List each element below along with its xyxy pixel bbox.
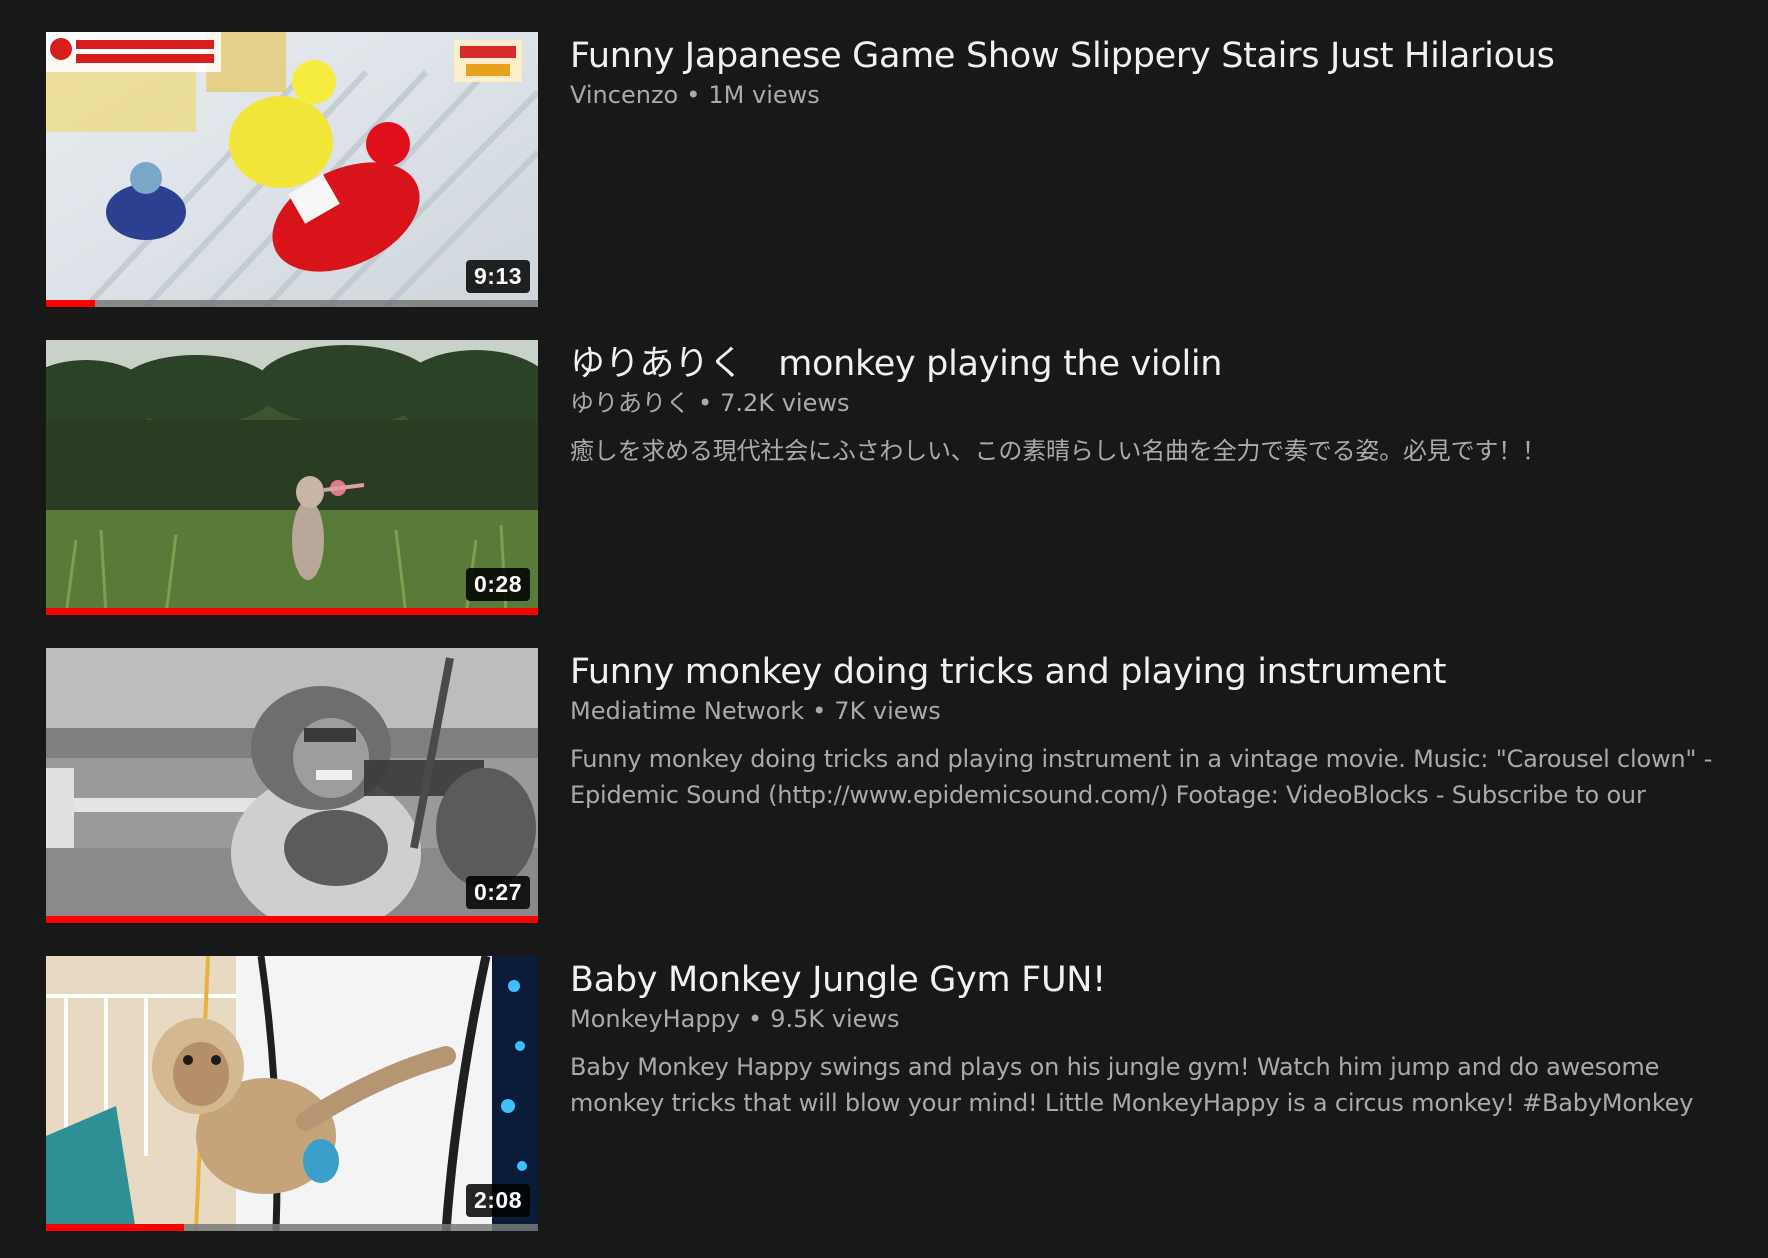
view-count: 9.5K views <box>770 1005 900 1033</box>
watch-progress-fill <box>46 1224 184 1231</box>
video-byline: MonkeyHappy • 9.5K views <box>570 1003 1736 1035</box>
video-byline: Mediatime Network • 7K views <box>570 695 1736 727</box>
video-title[interactable]: Funny Japanese Game Show Slippery Stairs… <box>570 34 1736 78</box>
video-result-row: 2:08 Baby Monkey Jungle Gym FUN! MonkeyH… <box>46 956 1736 1231</box>
video-title[interactable]: Funny monkey doing tricks and playing in… <box>570 650 1736 694</box>
watch-progress-fill <box>46 916 538 923</box>
thumbnail-image <box>46 956 538 1231</box>
watch-progress-bar <box>46 1224 538 1231</box>
video-description: Funny monkey doing tricks and playing in… <box>570 745 1713 809</box>
video-title[interactable]: Baby Monkey Jungle Gym FUN! <box>570 958 1736 1002</box>
video-meta: Funny monkey doing tricks and playing in… <box>570 648 1736 923</box>
watch-progress-bar <box>46 916 538 923</box>
separator-dot: • <box>748 1005 763 1033</box>
channel-name[interactable]: ゆりありく <box>570 389 690 417</box>
video-thumbnail[interactable]: 0:27 <box>46 648 538 923</box>
channel-name[interactable]: Mediatime Network <box>570 697 804 725</box>
channel-name[interactable]: MonkeyHappy <box>570 1005 740 1033</box>
separator-dot: • <box>698 389 713 417</box>
channel-name[interactable]: Vincenzo <box>570 81 678 109</box>
duration-badge: 9:13 <box>465 260 530 293</box>
view-count: 7.2K views <box>720 389 850 417</box>
video-byline: Vincenzo • 1M views <box>570 79 1736 111</box>
search-results-list: 9:13 Funny Japanese Game Show Slippery S… <box>46 32 1736 1231</box>
video-result-row: 0:28 ゆりありく monkey playing the violin ゆりあ… <box>46 340 1736 615</box>
separator-dot: • <box>686 81 701 109</box>
video-thumbnail[interactable]: 9:13 <box>46 32 538 307</box>
duration-badge: 0:27 <box>465 876 530 909</box>
thumbnail-image <box>46 340 538 615</box>
watch-progress-bar <box>46 608 538 615</box>
separator-dot: • <box>812 697 827 725</box>
video-meta: ゆりありく monkey playing the violin ゆりありく • 7.… <box>570 340 1736 615</box>
watch-progress-fill <box>46 300 96 307</box>
watch-progress-bar <box>46 300 538 307</box>
video-byline: ゆりありく • 7.2K views <box>570 387 1736 419</box>
thumbnail-image <box>46 648 538 923</box>
thumbnail-image <box>46 32 538 307</box>
video-thumbnail[interactable]: 0:28 <box>46 340 538 615</box>
video-thumbnail[interactable]: 2:08 <box>46 956 538 1231</box>
duration-badge: 0:28 <box>465 568 530 601</box>
video-result-row: 0:27 Funny monkey doing tricks and playi… <box>46 648 1736 923</box>
watch-progress-fill <box>46 608 538 615</box>
video-description: 癒しを求める現代社会にふさわしい、この素晴らしい名曲を全力で奏でる姿。必見です！… <box>570 437 1546 465</box>
view-count: 1M views <box>708 81 820 109</box>
view-count: 7K views <box>834 697 941 725</box>
video-meta: Funny Japanese Game Show Slippery Stairs… <box>570 32 1736 307</box>
video-title[interactable]: ゆりありく monkey playing the violin <box>570 342 1736 386</box>
video-description: Baby Monkey Happy swings and plays on hi… <box>570 1053 1694 1117</box>
video-result-row: 9:13 Funny Japanese Game Show Slippery S… <box>46 32 1736 307</box>
duration-badge: 2:08 <box>465 1184 530 1217</box>
video-meta: Baby Monkey Jungle Gym FUN! MonkeyHappy •… <box>570 956 1736 1231</box>
